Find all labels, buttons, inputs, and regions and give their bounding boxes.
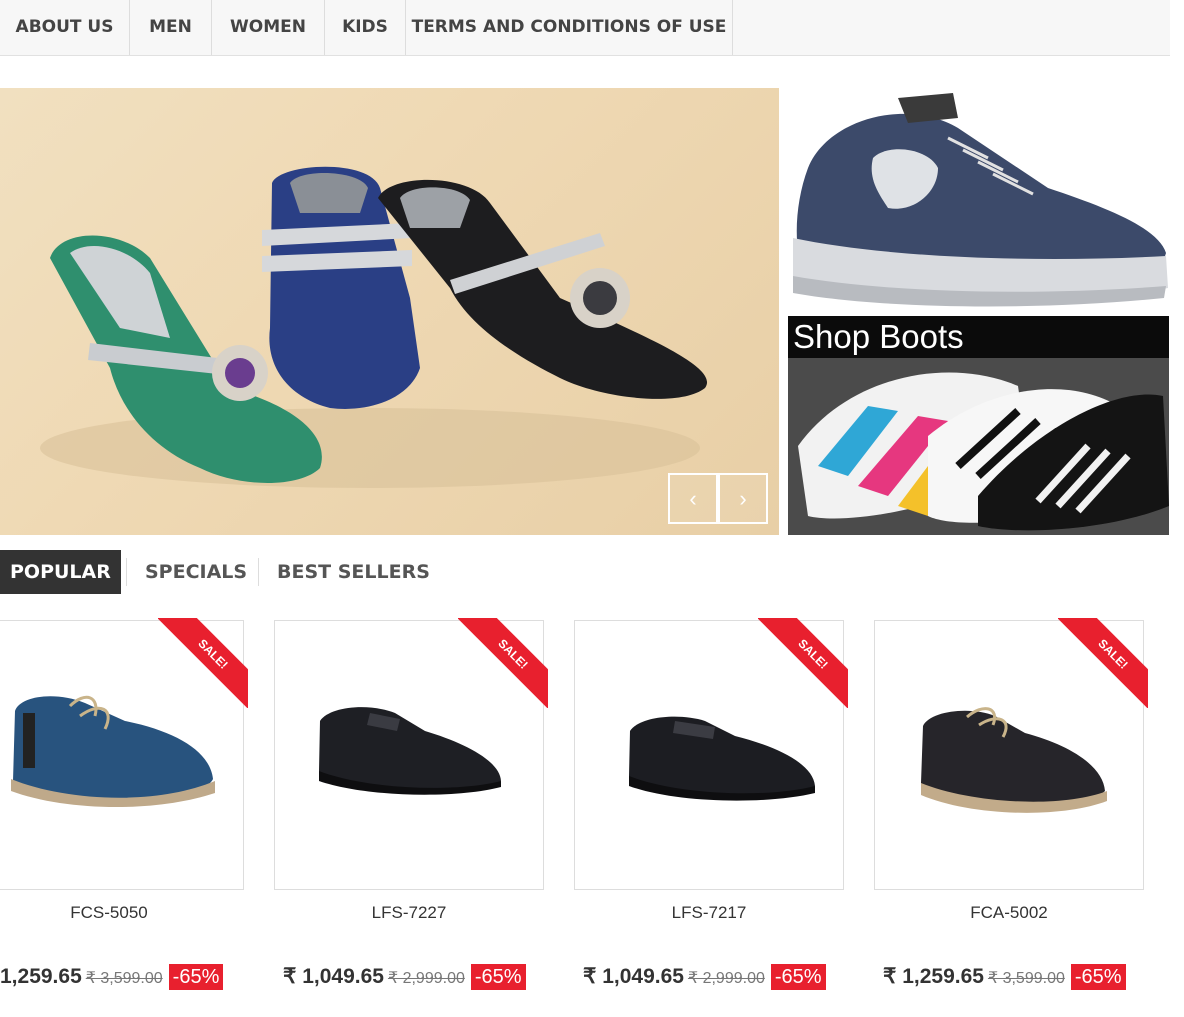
product-name[interactable]: FCS-5050 [0,903,244,923]
product-old-price: ₹ 2,999.00 [687,970,765,987]
product-old-price: ₹ 2,999.00 [387,970,465,987]
nav-about-us[interactable]: ABOUT US [0,0,130,55]
product-card-fcs-5050[interactable]: SALE! [0,618,248,890]
hero-slider[interactable] [0,88,779,535]
product-name[interactable]: LFS-7227 [274,903,544,923]
discount-badge: -65% [168,964,224,990]
top-navigation: ABOUT US MEN WOMEN KIDS TERMS AND CONDIT… [0,0,1170,56]
banner-sneaker[interactable] [788,88,1169,310]
discount-badge: -65% [770,964,826,990]
sale-ribbon: SALE! [458,618,548,708]
nav-kids[interactable]: KIDS [325,0,406,55]
discount-badge: -65% [1070,964,1126,990]
product-price: 1,259.65 [0,965,82,988]
product-price-row: ₹ 1,049.65 ₹ 2,999.00 -65% [583,964,826,992]
product-name[interactable]: LFS-7217 [574,903,844,923]
product-name[interactable]: FCA-5002 [874,903,1144,923]
nav-women[interactable]: WOMEN [212,0,325,55]
tab-best-sellers[interactable]: BEST SELLERS [277,550,430,594]
nav-men[interactable]: MEN [130,0,212,55]
sale-ribbon: SALE! [1058,618,1148,708]
chevron-left-icon: ‹ [689,486,697,511]
tab-specials[interactable]: SPECIALS [145,550,247,594]
nav-terms[interactable]: TERMS AND CONDITIONS OF USE [406,0,733,55]
product-card-fca-5002[interactable]: SALE! [874,618,1148,890]
banner-boots-title: Shop Boots [788,316,1169,358]
slider-image-sandals [40,166,708,488]
product-price-row: ₹ 1,049.65 ₹ 2,999.00 -65% [283,964,526,992]
product-card-lfs-7217[interactable]: SALE! [574,618,848,890]
product-price: ₹ 1,049.65 [283,965,384,988]
product-price: ₹ 1,049.65 [583,965,684,988]
tab-popular[interactable]: POPULAR [0,550,121,594]
sale-ribbon: SALE! [158,618,248,708]
sale-ribbon: SALE! [758,618,848,708]
tab-divider [258,558,259,586]
product-price-row: ₹ 1,259.65 ₹ 3,599.00 -65% [883,964,1126,992]
product-card-lfs-7227[interactable]: SALE! [274,618,548,890]
banner-shop-boots[interactable]: Shop Boots [788,316,1169,535]
discount-badge: -65% [470,964,526,990]
slider-prev-button[interactable]: ‹ [668,473,718,524]
tab-divider [126,558,127,586]
product-old-price: ₹ 3,599.00 [85,970,163,987]
chevron-right-icon: › [739,486,747,511]
product-old-price: ₹ 3,599.00 [987,970,1065,987]
product-price-row: 1,259.65 ₹ 3,599.00 -65% [0,964,224,992]
sneaker-image [793,93,1168,307]
product-price: ₹ 1,259.65 [883,965,984,988]
slider-next-button[interactable]: › [718,473,768,524]
